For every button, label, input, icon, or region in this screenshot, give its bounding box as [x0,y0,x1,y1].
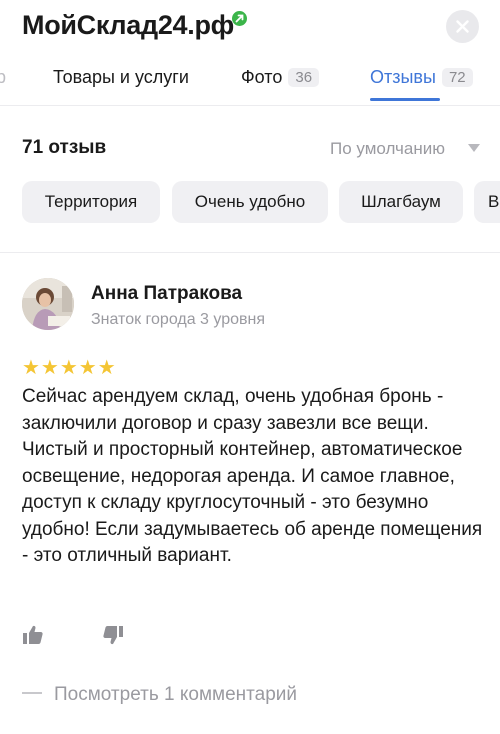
tab-label: р [0,67,7,87]
filter-chip[interactable]: Территория [22,181,160,223]
tab-bar: р Товары и услуги Фото 36 Отзывы 72 [0,58,500,104]
sort-select[interactable]: По умолчанию [330,139,445,159]
chevron-down-icon[interactable] [468,144,480,152]
review-author[interactable]: Анна Патракова [91,283,242,305]
page-title: МойСклад24.рф [22,10,234,40]
close-button[interactable] [446,10,479,43]
tab-label: Фото [241,67,283,87]
divider [0,252,500,253]
tab-label: Отзывы [370,67,436,87]
tab-count-badge: 72 [441,68,473,87]
view-comments-link[interactable]: Посмотреть 1 комментарий [22,684,297,706]
dash-divider [22,692,42,694]
tab-photo[interactable]: Фото 36 [241,67,320,88]
close-icon [456,20,469,33]
reviews-count: 71 отзыв [22,137,107,158]
header: МойСклад24.рф [0,0,500,56]
author-level: Знаток города 3 уровня [91,311,266,328]
thumbs-down-icon[interactable] [102,624,124,646]
filter-chip[interactable]: Шлагбаум [339,181,463,223]
filter-chip[interactable]: В [474,181,500,223]
divider [0,105,500,106]
thumbs-up-icon[interactable] [22,624,44,646]
filter-chip[interactable]: Очень удобно [172,181,328,223]
tab-count-badge: 36 [288,68,320,87]
tab-reviews[interactable]: Отзывы 72 [370,67,473,88]
comments-label: Посмотреть 1 комментарий [54,684,297,705]
tab-label: Товары и услуги [53,67,189,87]
avatar[interactable] [22,278,74,330]
tab-goods-services[interactable]: Товары и услуги [53,67,189,88]
active-tab-indicator [370,98,440,101]
tab-cut-off[interactable]: р [0,67,6,88]
rating-stars: ★★★★★ [22,357,117,379]
review-text: Сейчас арендуем склад, очень удобная бро… [22,386,483,566]
verified-icon [232,11,247,26]
